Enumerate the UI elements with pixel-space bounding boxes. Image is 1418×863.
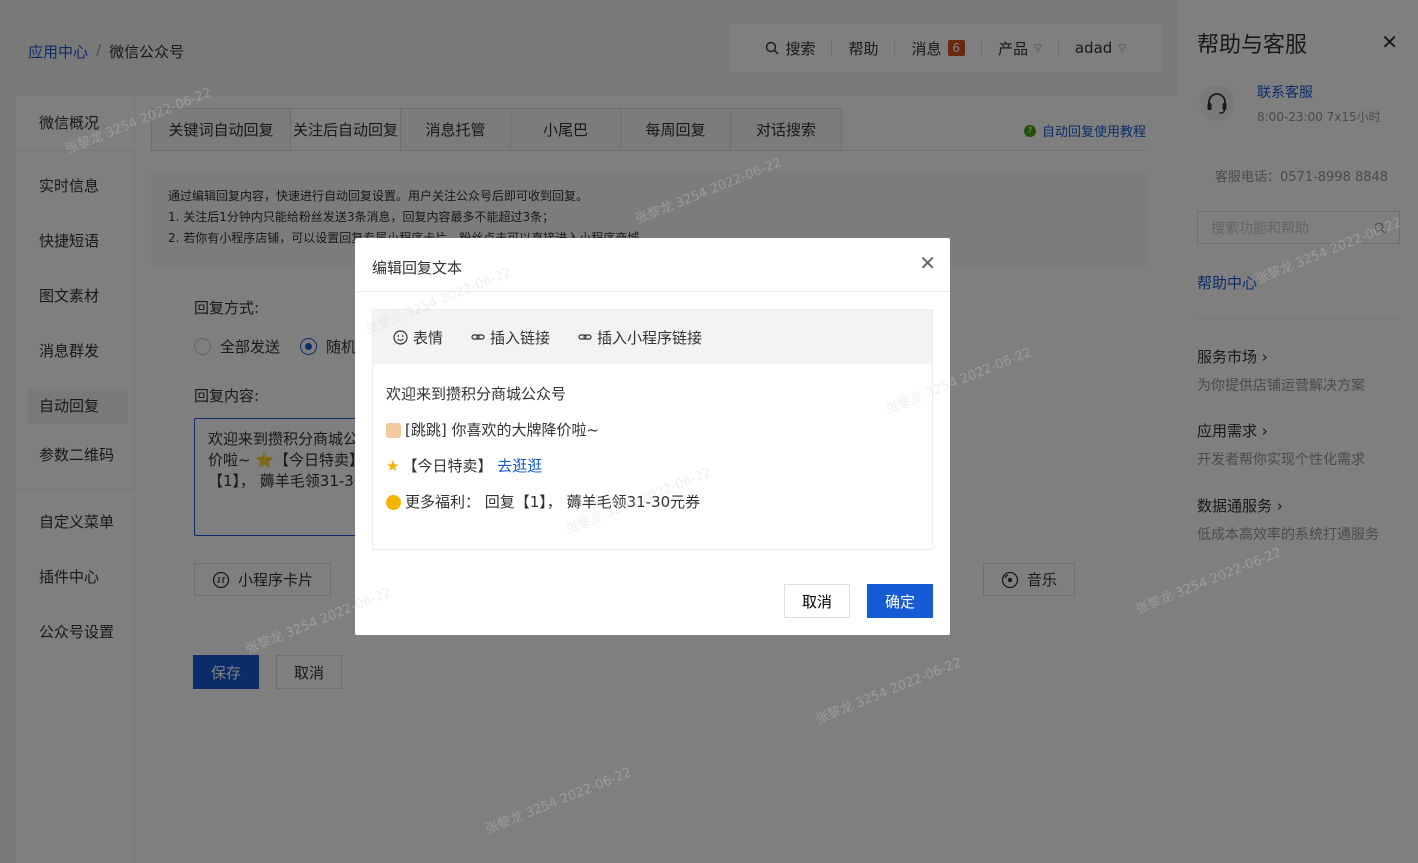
grin-emoji-icon	[386, 495, 401, 510]
editor-line-text: 更多福利： 回复【1】， 薅羊毛领31-30元券	[405, 493, 701, 511]
dialog-divider	[355, 291, 950, 292]
clap-emoji-icon	[386, 423, 401, 438]
close-icon[interactable]: ✕	[919, 251, 936, 275]
dialog-cancel-button[interactable]: 取消	[784, 584, 850, 618]
editor-toolbar: 表情 插入链接 插入小程序链接	[373, 310, 932, 364]
editor-line: 欢迎来到攒积分商城公众号	[386, 385, 567, 403]
insert-link-button[interactable]: 插入链接	[471, 327, 550, 348]
editor-line: ★ 【今日特卖】 去逛逛	[386, 448, 919, 484]
insert-mini-link-button[interactable]: 插入小程序链接	[578, 327, 702, 348]
rich-text-editor: 表情 插入链接 插入小程序链接 欢迎来到攒积分商城公众号 [跳跳] 你喜欢的大牌…	[372, 309, 933, 550]
insert-link-label: 插入链接	[490, 328, 551, 347]
link-icon	[578, 334, 592, 340]
emoji-label: 表情	[413, 328, 444, 347]
edit-reply-dialog: 编辑回复文本 ✕ 表情 插入链接 插入小程序链接 欢迎来到攒积分商城公众号 [跳…	[355, 238, 950, 635]
star-emoji-icon: ★	[386, 457, 400, 475]
insert-mini-link-label: 插入小程序链接	[597, 328, 703, 347]
dialog-footer: 取消 确定	[784, 584, 933, 618]
editor-content[interactable]: 欢迎来到攒积分商城公众号 [跳跳] 你喜欢的大牌降价啦~ ★ 【今日特卖】 去逛逛…	[373, 364, 932, 532]
dialog-confirm-button[interactable]: 确定	[867, 584, 933, 618]
go-shopping-link[interactable]: 去逛逛	[497, 457, 542, 475]
link-icon	[471, 334, 485, 340]
editor-line: [跳跳] 你喜欢的大牌降价啦~	[386, 412, 919, 448]
editor-line: 更多福利： 回复【1】， 薅羊毛领31-30元券	[386, 484, 919, 520]
emoji-button[interactable]: 表情	[393, 327, 443, 348]
smile-icon	[393, 329, 408, 345]
editor-line-text: 【今日特卖】	[402, 457, 493, 475]
dialog-title: 编辑回复文本	[372, 259, 463, 277]
editor-line-text: [跳跳] 你喜欢的大牌降价啦~	[405, 421, 600, 439]
